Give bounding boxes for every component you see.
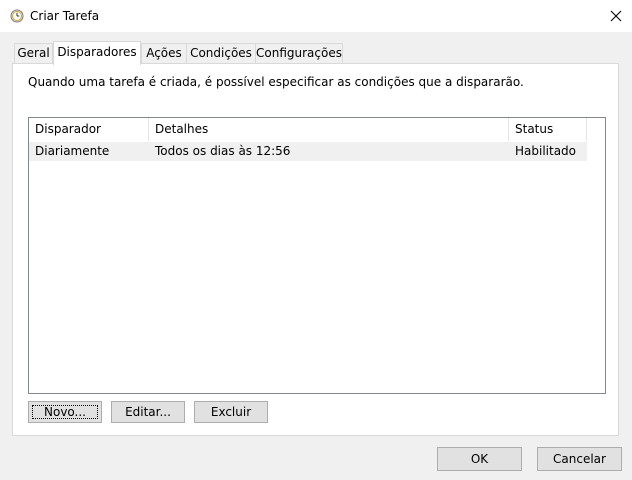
new-trigger-button[interactable]: Novo... xyxy=(28,401,102,423)
button-label: OK xyxy=(470,452,489,466)
list-header: Disparador Detalhes Status xyxy=(29,118,587,141)
tab-label: Ações xyxy=(146,46,182,60)
button-label: Excluir xyxy=(210,405,252,419)
column-header-label: Detalhes xyxy=(155,122,209,136)
cell-trigger: Diariamente xyxy=(35,144,110,158)
tab-label: Geral xyxy=(17,46,50,60)
window-title: Criar Tarefa xyxy=(30,9,100,23)
triggers-description: Quando uma tarefa é criada, é possível e… xyxy=(28,75,524,89)
tab-disparadores[interactable]: Disparadores xyxy=(53,41,141,65)
tab-label: Disparadores xyxy=(57,45,137,59)
task-scheduler-clock-icon xyxy=(10,9,24,23)
triggers-list[interactable]: Disparador Detalhes Status Diariamente T… xyxy=(28,117,606,394)
title-bar: Criar Tarefa xyxy=(0,0,632,32)
triggers-panel: Quando uma tarefa é criada, é possível e… xyxy=(12,63,619,436)
ok-button[interactable]: OK xyxy=(437,447,522,471)
cancel-button[interactable]: Cancelar xyxy=(537,447,622,471)
create-task-dialog: Criar Tarefa Geral Disparadores Ações Co… xyxy=(0,0,632,480)
column-header-trigger[interactable]: Disparador xyxy=(29,118,149,141)
close-icon xyxy=(610,10,622,22)
button-label: Editar... xyxy=(125,405,171,419)
column-header-label: Disparador xyxy=(35,122,101,136)
button-label: Cancelar xyxy=(553,452,606,466)
tab-label: Configurações xyxy=(256,46,342,60)
tab-acoes[interactable]: Ações xyxy=(141,43,187,63)
table-row[interactable]: Diariamente Todos os dias às 12:56 Habil… xyxy=(29,142,587,161)
tab-label: Condições xyxy=(190,46,252,60)
column-header-status[interactable]: Status xyxy=(509,118,587,141)
tab-geral[interactable]: Geral xyxy=(14,43,53,63)
edit-trigger-button[interactable]: Editar... xyxy=(111,401,185,423)
close-button[interactable] xyxy=(600,0,632,32)
cell-details: Todos os dias às 12:56 xyxy=(155,144,291,158)
cell-status: Habilitado xyxy=(515,144,577,158)
tab-configuracoes[interactable]: Configurações xyxy=(255,43,343,63)
tab-condicoes[interactable]: Condições xyxy=(186,43,256,63)
delete-trigger-button[interactable]: Excluir xyxy=(194,401,268,423)
column-header-details[interactable]: Detalhes xyxy=(149,118,509,141)
button-label: Novo... xyxy=(44,405,86,419)
column-header-label: Status xyxy=(515,122,554,136)
